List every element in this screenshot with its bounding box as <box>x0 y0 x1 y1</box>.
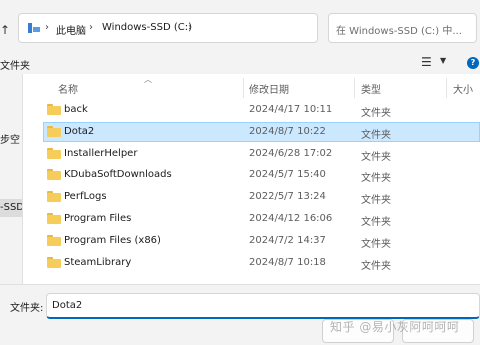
file-date: 2024/8/7 10:18 <box>249 256 326 268</box>
column-divider[interactable] <box>446 78 447 98</box>
file-type: 文件夹 <box>361 108 391 119</box>
breadcrumb-separator[interactable]: › <box>45 22 49 33</box>
chevron-down-icon[interactable]: ▼ <box>440 56 446 65</box>
file-date: 2024/7/2 14:37 <box>249 234 326 246</box>
column-header-name[interactable]: 名称 <box>58 81 78 96</box>
filename-label: 文件夹: <box>10 303 44 314</box>
table-row[interactable]: back 2024/4/17 10:11 文件夹 <box>23 99 480 121</box>
table-row[interactable]: Program Files (x86) 2024/7/2 14:37 文件夹 <box>23 230 480 252</box>
sort-ascending-icon: ︿ <box>144 75 152 84</box>
file-name: SteamLibrary <box>64 256 132 268</box>
file-type: 文件夹 <box>361 195 391 207</box>
up-arrow-icon[interactable]: ↑ <box>0 22 12 38</box>
folder-icon <box>47 147 61 159</box>
folder-icon <box>47 125 61 137</box>
folder-icon <box>47 104 61 115</box>
file-date: 2024/4/17 10:11 <box>249 104 333 115</box>
file-date: 2024/4/12 16:06 <box>249 212 333 224</box>
help-icon[interactable]: ? <box>467 57 479 69</box>
address-bar-row: ↑ › 此电脑 › Windows-SSD (C:) › 在 Windows-S… <box>0 0 480 52</box>
column-header-type[interactable]: 类型 <box>361 81 381 96</box>
watermark: 知乎 @易小灰阿呵呵呵 <box>330 320 460 334</box>
file-type: 文件夹 <box>361 151 391 163</box>
toolbar: 文件夹 ☰ ▼ ? <box>0 52 480 74</box>
nav-item-label: -SSD <box>0 202 25 213</box>
file-name: back <box>64 104 88 115</box>
table-row[interactable]: PerfLogs 2022/5/7 13:24 文件夹 <box>23 186 480 208</box>
new-folder-button[interactable]: 文件夹 <box>0 57 30 72</box>
breadcrumb-separator[interactable]: › <box>89 22 93 33</box>
file-type: 文件夹 <box>361 129 391 141</box>
folder-icon <box>47 234 61 246</box>
breadcrumb-drive[interactable]: Windows-SSD (C:) <box>102 22 192 33</box>
file-name: Program Files (x86) <box>64 234 161 246</box>
file-date: 2024/5/7 15:40 <box>249 169 326 181</box>
file-rows: back 2024/4/17 10:11 文件夹 Dota2 2024/8/7 10:2… <box>23 99 480 273</box>
file-name: Program Files <box>64 212 132 224</box>
file-type: 文件夹 <box>361 260 391 272</box>
file-list: ︿ 名称 修改日期 类型 大小 back 2024/4/17 10:11 文件夹 Do… <box>23 74 480 284</box>
nav-item-ssd[interactable]: -SSD <box>0 199 25 217</box>
folder-icon <box>47 191 61 203</box>
table-row[interactable]: Program Files 2024/4/12 16:06 文件夹 <box>23 208 480 230</box>
search-box[interactable]: 在 Windows-SSD (C:) 中... <box>328 13 477 43</box>
file-type: 文件夹 <box>361 238 391 250</box>
file-name: Dota2 <box>64 125 95 137</box>
folder-icon <box>47 212 61 224</box>
dialog-footer: 文件夹: 知乎 @易小灰阿呵呵呵 <box>0 284 480 345</box>
folder-icon <box>47 169 61 181</box>
navigation-pane: 步空 -SSD <box>0 74 25 284</box>
breadcrumb-this-pc[interactable]: 此电脑 <box>56 22 86 37</box>
file-name: KDubaSoftDownloads <box>64 169 172 181</box>
table-row[interactable]: InstallerHelper 2024/6/28 17:02 文件夹 <box>23 143 480 165</box>
computer-icon <box>28 23 40 33</box>
breadcrumb-separator[interactable]: › <box>188 22 192 33</box>
address-bar[interactable]: › 此电脑 › Windows-SSD (C:) › <box>18 13 318 43</box>
file-date: 2022/5/7 13:24 <box>249 191 326 203</box>
folder-icon <box>47 256 61 268</box>
file-name: PerfLogs <box>64 191 107 203</box>
column-divider[interactable] <box>243 78 244 98</box>
filename-input[interactable] <box>46 293 480 319</box>
column-header-size[interactable]: 大小 <box>453 81 473 96</box>
file-name: InstallerHelper <box>64 147 138 159</box>
column-header-date[interactable]: 修改日期 <box>249 81 289 96</box>
nav-item-sync[interactable]: 步空 <box>0 131 20 146</box>
list-view-icon[interactable]: ☰ <box>421 56 435 68</box>
column-divider[interactable] <box>354 78 355 98</box>
file-date: 2024/6/28 17:02 <box>249 147 333 159</box>
search-placeholder: 在 Windows-SSD (C:) 中... <box>336 26 462 37</box>
file-type: 文件夹 <box>361 173 391 185</box>
table-row[interactable]: Dota2 2024/8/7 10:22 文件夹 <box>23 121 480 143</box>
table-row[interactable]: KDubaSoftDownloads 2024/5/7 15:40 文件夹 <box>23 164 480 186</box>
file-date: 2024/8/7 10:22 <box>249 125 326 137</box>
table-row[interactable]: SteamLibrary 2024/8/7 10:18 文件夹 <box>23 252 480 274</box>
file-type: 文件夹 <box>361 216 391 228</box>
